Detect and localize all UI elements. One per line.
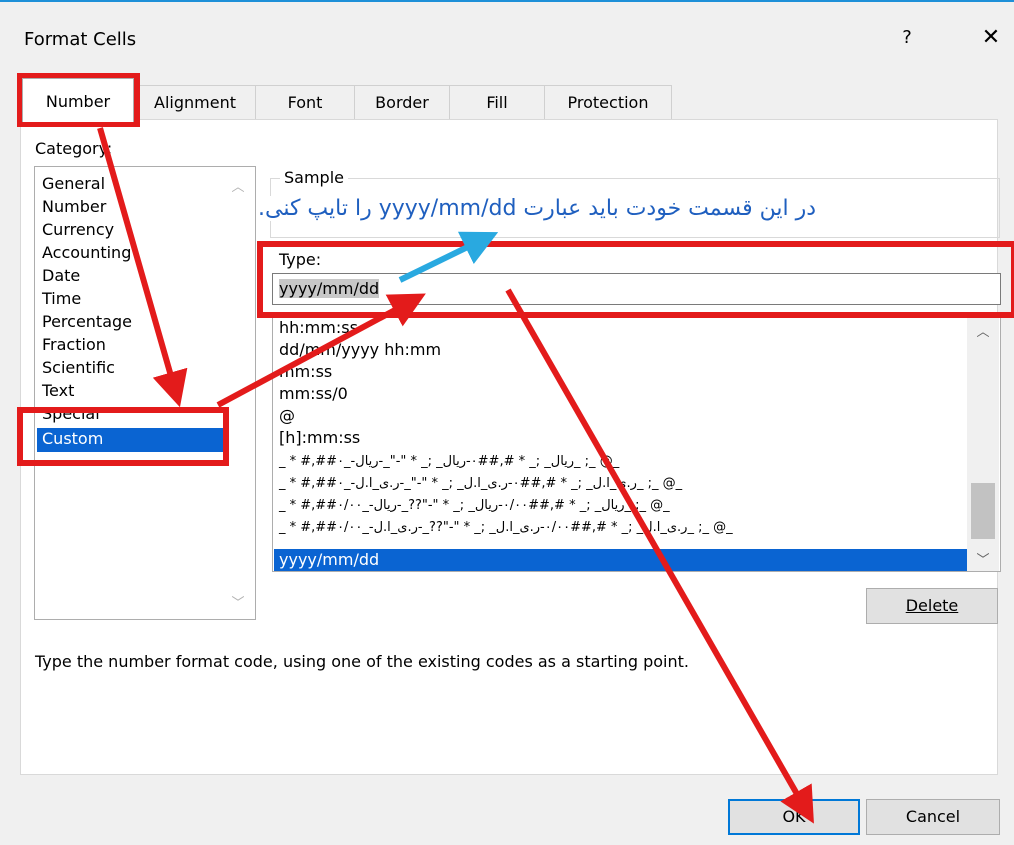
category-item-text[interactable]: Text: [42, 380, 74, 404]
category-item-number[interactable]: Number: [42, 196, 106, 220]
format-item[interactable]: hh:mm:ss: [279, 317, 358, 340]
tab-font[interactable]: Font: [255, 85, 355, 119]
category-label: Category:: [35, 139, 113, 158]
category-item-fraction[interactable]: Fraction: [42, 334, 106, 358]
format-item[interactable]: mm:ss: [279, 361, 332, 384]
category-item-general[interactable]: General: [42, 173, 105, 197]
category-item-currency[interactable]: Currency: [42, 219, 114, 243]
type-label: Type:: [279, 250, 322, 269]
close-button[interactable]: ✕: [978, 25, 1004, 50]
format-item[interactable]: mm:ss/0: [279, 383, 348, 406]
type-input[interactable]: yyyy/mm/dd: [272, 273, 1001, 305]
delete-button-label: Delete: [905, 596, 959, 615]
scroll-thumb[interactable]: [971, 483, 995, 539]
category-list[interactable]: General Number Currency Accounting Date …: [34, 166, 256, 620]
format-item[interactable]: _ * #,##۰_-ریال_ ;_ * #,##۰-ریال_ ;_ * "…: [279, 451, 619, 474]
sample-legend: Sample: [280, 168, 348, 187]
format-item[interactable]: [h]:mm:ss: [279, 427, 360, 450]
format-item[interactable]: _ * #,##۰/۰۰_-ر.ی_ا.ل_ ;_ * #,##۰/۰۰-ر.ی…: [279, 517, 733, 540]
tab-protection[interactable]: Protection: [544, 85, 672, 119]
dialog-title: Format Cells: [24, 29, 137, 50]
category-item-special[interactable]: Special: [42, 403, 100, 427]
title-bar-accent: [0, 0, 1014, 2]
category-item-scientific[interactable]: Scientific: [42, 357, 115, 381]
category-item-percentage[interactable]: Percentage: [42, 311, 132, 335]
annotation-text: در این قسمت خودت باید عبارت yyyy/mm/dd ر…: [258, 196, 817, 221]
category-item-accounting[interactable]: Accounting: [42, 242, 131, 266]
tab-alignment[interactable]: Alignment: [134, 85, 256, 119]
format-item[interactable]: dd/mm/yyyy hh:mm: [279, 339, 441, 362]
hint-text: Type the number format code, using one o…: [35, 652, 689, 671]
format-item[interactable]: @: [279, 405, 295, 428]
category-item-date[interactable]: Date: [42, 265, 80, 289]
tab-number[interactable]: Number: [22, 78, 134, 122]
category-scrollbar[interactable]: ︿ ﹀: [222, 168, 254, 618]
scroll-up-icon[interactable]: ︿: [967, 321, 999, 340]
format-item[interactable]: _ * #,##۰/۰۰_-ریال_ ;_ * #,##۰/۰۰-ریال_ …: [279, 495, 670, 518]
scroll-down-icon[interactable]: ﹀: [967, 549, 999, 568]
tab-fill[interactable]: Fill: [449, 85, 545, 119]
format-list[interactable]: hh:mm:ss dd/mm/yyyy hh:mm mm:ss mm:ss/0 …: [272, 314, 1001, 572]
format-scrollbar[interactable]: ︿ ﹀: [967, 315, 999, 571]
tab-border[interactable]: Border: [354, 85, 450, 119]
help-button[interactable]: ?: [896, 27, 918, 48]
delete-button[interactable]: Delete: [866, 588, 998, 624]
scroll-up-icon[interactable]: ︿: [222, 176, 254, 195]
cancel-button[interactable]: Cancel: [866, 799, 1000, 835]
type-input-value: yyyy/mm/dd: [279, 279, 380, 298]
format-item[interactable]: _ * #,##۰_-ر.ی_ا.ل_ ;_ * #,##۰-ر.ی_ا.ل_ …: [279, 473, 682, 496]
format-item-selected[interactable]: yyyy/mm/dd: [274, 549, 967, 571]
scroll-down-icon[interactable]: ﹀: [222, 592, 254, 611]
category-item-custom[interactable]: Custom: [37, 428, 224, 452]
category-item-time[interactable]: Time: [42, 288, 81, 312]
ok-button[interactable]: OK: [728, 799, 860, 835]
